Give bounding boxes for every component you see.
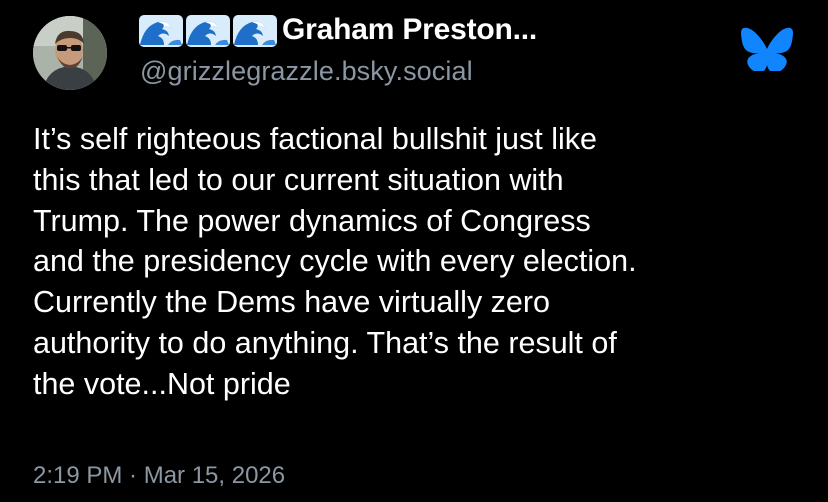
ocean-wave-icon [138,12,184,48]
author-display-name[interactable]: Graham Preston... [282,13,537,47]
avatar[interactable] [33,16,107,90]
author-name-row[interactable]: Graham Preston... [138,10,537,50]
author-handle[interactable]: @grizzlegrazzle.bsky.social [140,56,473,87]
bluesky-butterfly-icon [740,27,794,71]
post-body-text: It’s self righteous factional bullshit j… [33,122,637,401]
ocean-wave-icon [185,12,231,48]
post-timestamp[interactable]: 2:19 PM · Mar 15, 2026 [33,462,285,490]
ocean-wave-icon [232,12,278,48]
post-card: Graham Preston... @grizzlegrazzle.bsky.s… [0,0,828,502]
